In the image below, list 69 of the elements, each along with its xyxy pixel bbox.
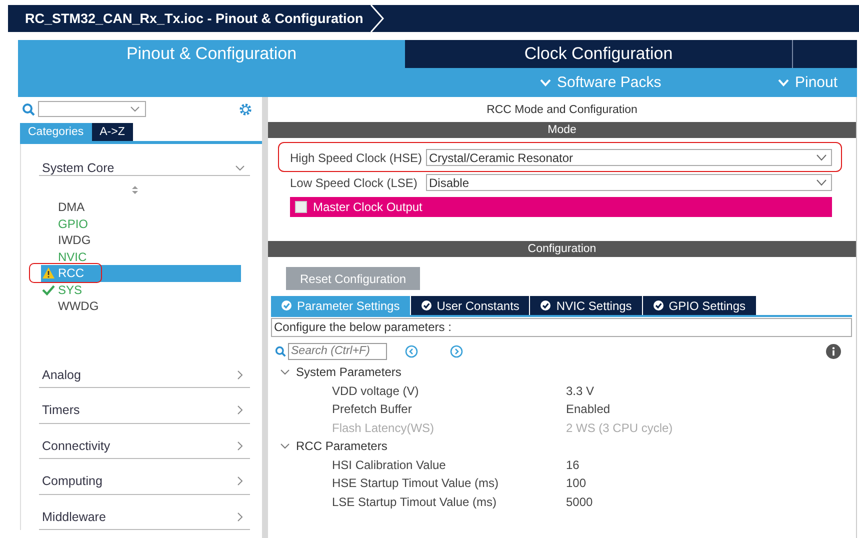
chevron-right-icon [235, 512, 245, 522]
scroll-arrows-icon[interactable] [130, 185, 138, 195]
parameter-name: Prefetch Buffer [332, 402, 413, 416]
parameter-value: 16 [566, 458, 580, 472]
search-combo-field[interactable] [38, 101, 146, 117]
check-circle-icon [281, 300, 292, 311]
window-title: RC_STM32_CAN_Rx_Tx.ioc - Pinout & Configuration [24, 11, 364, 26]
category-header[interactable]: Connectivity [39, 424, 250, 459]
parameter-name: HSI Calibration Value [332, 458, 447, 472]
parameter-value: 2 WS (3 CPU cycle) [566, 420, 673, 435]
chevron-down-icon [235, 162, 245, 172]
parameter-name: HSE Startup Timout Value (ms) [332, 476, 500, 490]
checkbox[interactable] [295, 201, 307, 213]
view-tab[interactable]: A->Z [92, 123, 133, 141]
check-circle-icon [420, 300, 432, 311]
check-circle-icon [540, 300, 552, 311]
parameter-name: Flash Latency(WS) [332, 420, 436, 435]
chevron-down-icon [816, 154, 827, 161]
chevron-down-icon [540, 78, 551, 86]
category-header[interactable]: Computing [39, 459, 250, 494]
category-header[interactable]: Middleware [39, 494, 250, 530]
chevron-right-icon [235, 476, 245, 486]
main-tab[interactable]: Clock Configuration [405, 40, 792, 68]
category-header[interactable]: Timers [39, 388, 250, 424]
check-circle-icon [652, 300, 664, 311]
info-icon[interactable] [826, 344, 841, 358]
tree-group-header[interactable]: RCC Parameters [280, 437, 854, 456]
dropdown-field[interactable]: Disable [426, 174, 832, 191]
settings-tab[interactable]: GPIO Settings [642, 296, 756, 315]
chevron-right-icon [235, 370, 245, 380]
previous-icon[interactable] [405, 344, 418, 358]
warning-icon [42, 267, 55, 280]
breadcrumb-chevron-icon [369, 5, 386, 32]
field-label: High Speed Clock (HSE) [290, 150, 424, 164]
dropdown-field[interactable]: Crystal/Ceramic Resonator [426, 149, 832, 166]
checkmark-icon [42, 284, 55, 296]
chevron-down-icon [280, 441, 290, 452]
tab-strip-end [792, 40, 857, 68]
chevron-down-icon [778, 78, 789, 86]
settings-tab[interactable]: User Constants [410, 296, 530, 315]
category-header[interactable]: Analog [39, 352, 250, 388]
next-icon[interactable] [450, 344, 463, 358]
chevron-down-icon [280, 367, 290, 378]
section-header: Configuration [268, 241, 856, 257]
category-header[interactable]: System Core [39, 150, 250, 176]
tree-group-header[interactable]: System Parameters [280, 363, 854, 382]
peripheral-item[interactable]: IWDG [41, 232, 241, 248]
parameter-value: 100 [566, 476, 586, 490]
parameter-value: Enabled [566, 402, 610, 416]
parameter-name: VDD voltage (V) [332, 384, 420, 398]
hint-text: Configure the below parameters : [271, 318, 852, 337]
panel-title: RCC Mode and Configuration [486, 103, 638, 118]
settings-tab[interactable]: NVIC Settings [530, 296, 642, 315]
parameter-value: 5000 [566, 494, 593, 509]
field-label: Low Speed Clock (LSE) [290, 176, 418, 190]
chevron-down-icon [130, 106, 140, 112]
section-header: Mode [268, 122, 856, 138]
search-icon [275, 346, 286, 356]
settings-icon[interactable] [238, 102, 253, 116]
search-field[interactable]: Search (Ctrl+F) [288, 342, 387, 360]
peripheral-item[interactable]: WWDG [41, 298, 241, 314]
parameter-value: 3.3 V [566, 384, 594, 398]
chevron-right-icon [235, 440, 245, 451]
parameter-name: LSE Startup Timout Value (ms) [332, 494, 498, 509]
search-icon [22, 102, 35, 116]
checkbox-row[interactable]: Master Clock Output [290, 197, 832, 217]
chevron-down-icon [816, 179, 827, 186]
chevron-right-icon [235, 405, 245, 416]
peripheral-item[interactable]: DMA [41, 199, 241, 216]
